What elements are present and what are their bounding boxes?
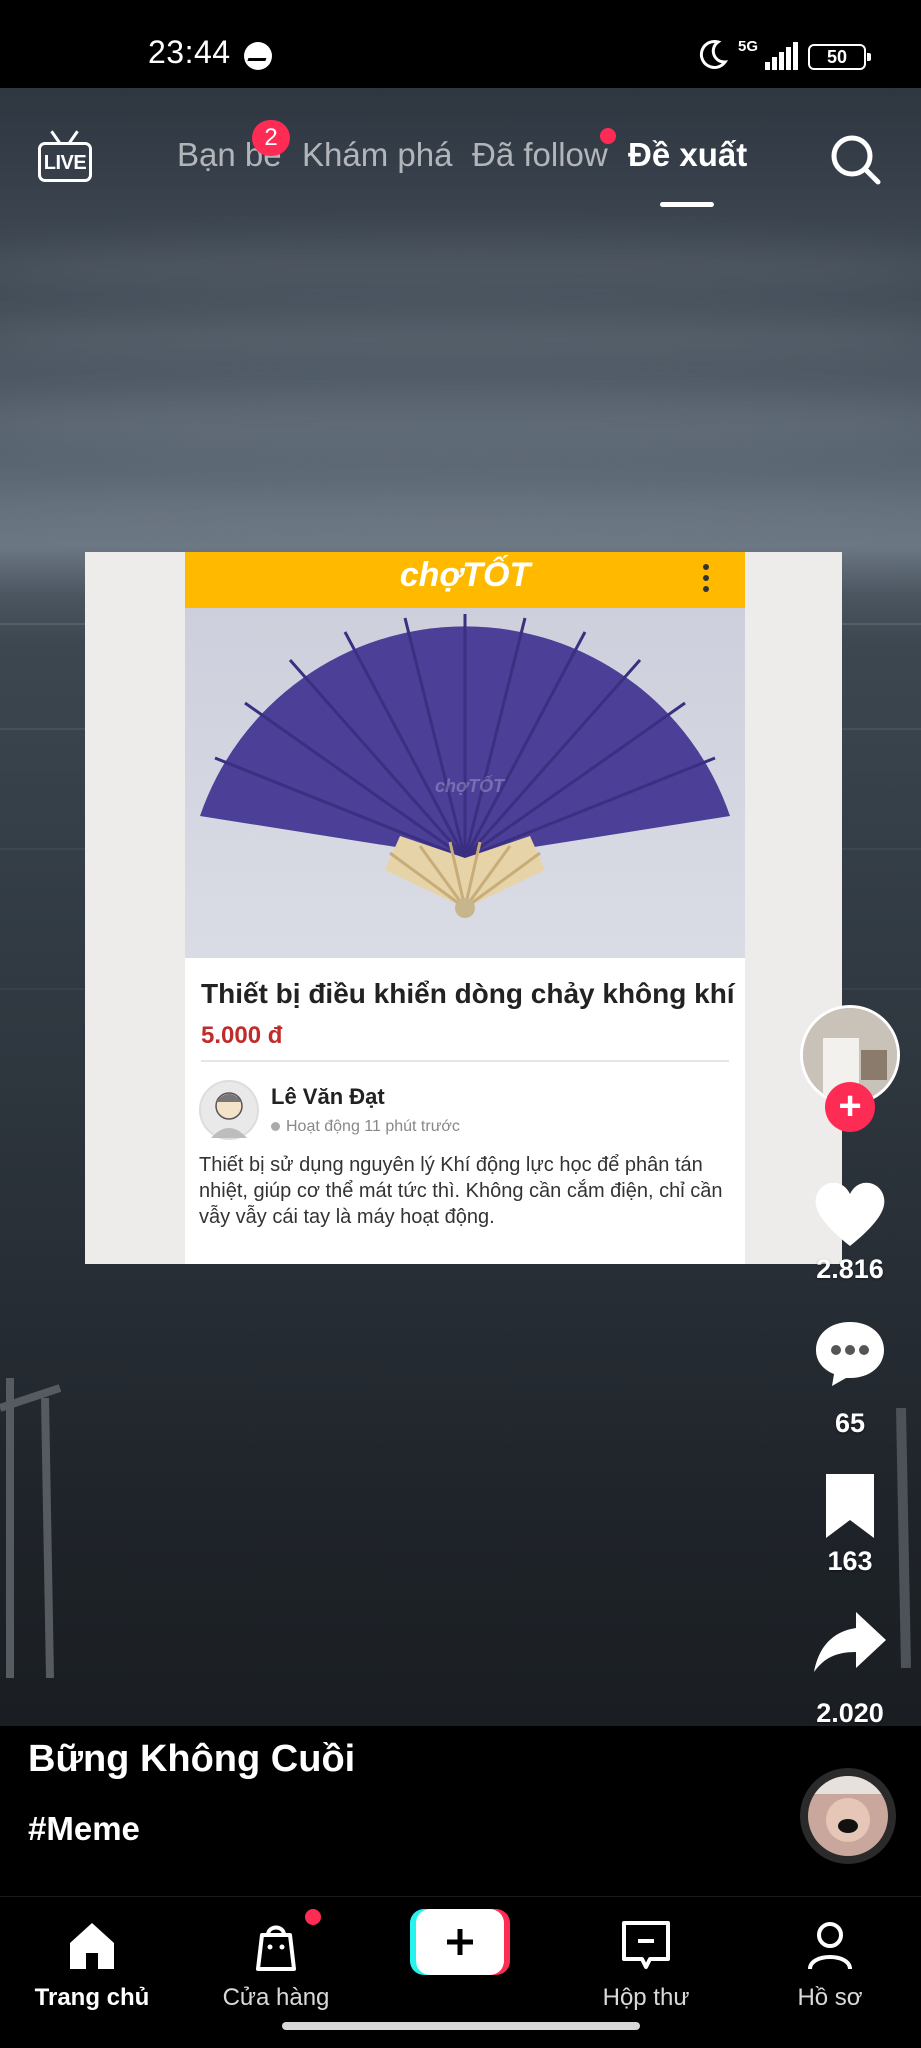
follow-button[interactable]: + <box>825 1082 875 1132</box>
image-watermark: chợTỐT <box>435 776 505 796</box>
hashtag[interactable]: #Meme <box>28 1810 140 1848</box>
nav-inbox[interactable]: Hộp thư <box>566 1915 726 2012</box>
pier-railing <box>0 1378 62 1678</box>
share-count: 2.020 <box>816 1698 884 1728</box>
home-icon <box>70 1923 114 1969</box>
seller-avatar <box>199 1080 259 1140</box>
shop-icon <box>256 1925 296 1971</box>
save-count: 163 <box>827 1546 873 1576</box>
divider <box>201 1060 729 1062</box>
following-dot <box>600 128 616 144</box>
live-icon[interactable]: LIVE <box>36 130 94 186</box>
chotot-logo: chợTỐT <box>399 556 531 594</box>
music-disc[interactable] <box>800 1768 896 1864</box>
nav-home[interactable]: Trang chủ <box>12 1915 172 2012</box>
battery-icon: 50 <box>808 44 871 70</box>
more-options-icon <box>703 564 711 596</box>
bookmark-icon[interactable] <box>810 1470 890 1542</box>
listing-price: 5.000 đ <box>201 1022 283 1049</box>
tab-for-you[interactable]: Đề xuất <box>628 136 747 174</box>
nav-profile[interactable]: Hồ sơ <box>750 1915 910 2012</box>
profile-icon <box>808 1922 852 1970</box>
friends-badge: 2 <box>252 120 290 156</box>
status-bar: 23:44 5G 50 <box>0 0 921 88</box>
author-name[interactable]: Bững Không Cuồi <box>28 1738 355 1781</box>
live-label: LIVE <box>43 152 87 174</box>
listing-title: Thiết bị điều khiển dòng chảy không khí <box>201 978 735 1009</box>
seller-status: Hoạt động 11 phút trước <box>271 1118 460 1136</box>
network-type: 5G <box>738 38 759 55</box>
inbox-icon <box>622 1921 670 1969</box>
shop-dot <box>305 1909 321 1925</box>
signal-icon <box>765 42 798 70</box>
heart-icon[interactable] <box>810 1178 890 1250</box>
messenger-icon <box>244 42 272 70</box>
create-button[interactable] <box>410 1909 510 1975</box>
comment-count: 65 <box>834 1408 866 1438</box>
seller-name: Lê Văn Đạt <box>271 1084 385 1109</box>
status-time: 23:44 <box>148 34 231 70</box>
search-icon[interactable] <box>828 132 884 188</box>
listing-header: chợTỐT <box>185 552 745 608</box>
create-icon <box>410 1909 510 1975</box>
like-count: 2.816 <box>816 1254 884 1284</box>
top-navigation: LIVE Bạn bè 2 Khám phá Đã follow Đề xuất <box>0 120 921 207</box>
moon-icon <box>699 40 728 69</box>
comment-icon[interactable] <box>810 1318 890 1390</box>
nav-home-label: Trang chủ <box>34 1984 150 2011</box>
tab-explore[interactable]: Khám phá <box>302 136 452 174</box>
home-indicator[interactable] <box>282 2022 640 2030</box>
nav-shop[interactable]: Cửa hàng <box>196 1915 356 2012</box>
listing-panel: chợTỐT chợTỐT Thiết bị điều khiển dòng c… <box>185 552 745 1264</box>
post-screenshot-card: chợTỐT chợTỐT Thiết bị điều khiển dòng c… <box>85 552 842 1264</box>
tab-following[interactable]: Đã follow <box>472 136 608 174</box>
nav-inbox-label: Hộp thư <box>602 1984 690 2011</box>
share-icon[interactable] <box>810 1606 890 1678</box>
fan-photo: chợTỐT <box>185 608 745 958</box>
nav-profile-label: Hồ sơ <box>797 1984 863 2011</box>
listing-description: Thiết bị sử dụng nguyên lý Khí động lực … <box>199 1154 723 1228</box>
active-tab-indicator <box>660 202 714 207</box>
nav-shop-label: Cửa hàng <box>222 1984 330 2011</box>
